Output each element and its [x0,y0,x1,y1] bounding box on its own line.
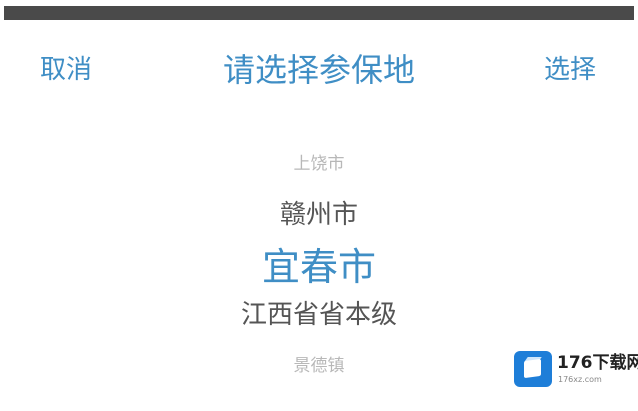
watermark-text: 176下载网 [557,353,638,373]
picker-title: 请选择参保地 [222,51,415,89]
picker-option[interactable]: 江西省省本级 [0,302,638,328]
picker-header: 取消 请选择参保地 选择 [0,20,638,120]
box-logo-icon [514,351,552,387]
picker-option[interactable]: 赣州市 [0,202,638,228]
status-bar [4,6,634,20]
picker-option[interactable]: 上饶市 [0,156,638,173]
watermark: 176下载网 176xz.com [514,349,638,389]
watermark-subtext: 176xz.com [558,375,602,384]
confirm-button[interactable]: 选择 [544,57,596,83]
picker-option-selected[interactable]: 宜春市 [0,248,638,286]
